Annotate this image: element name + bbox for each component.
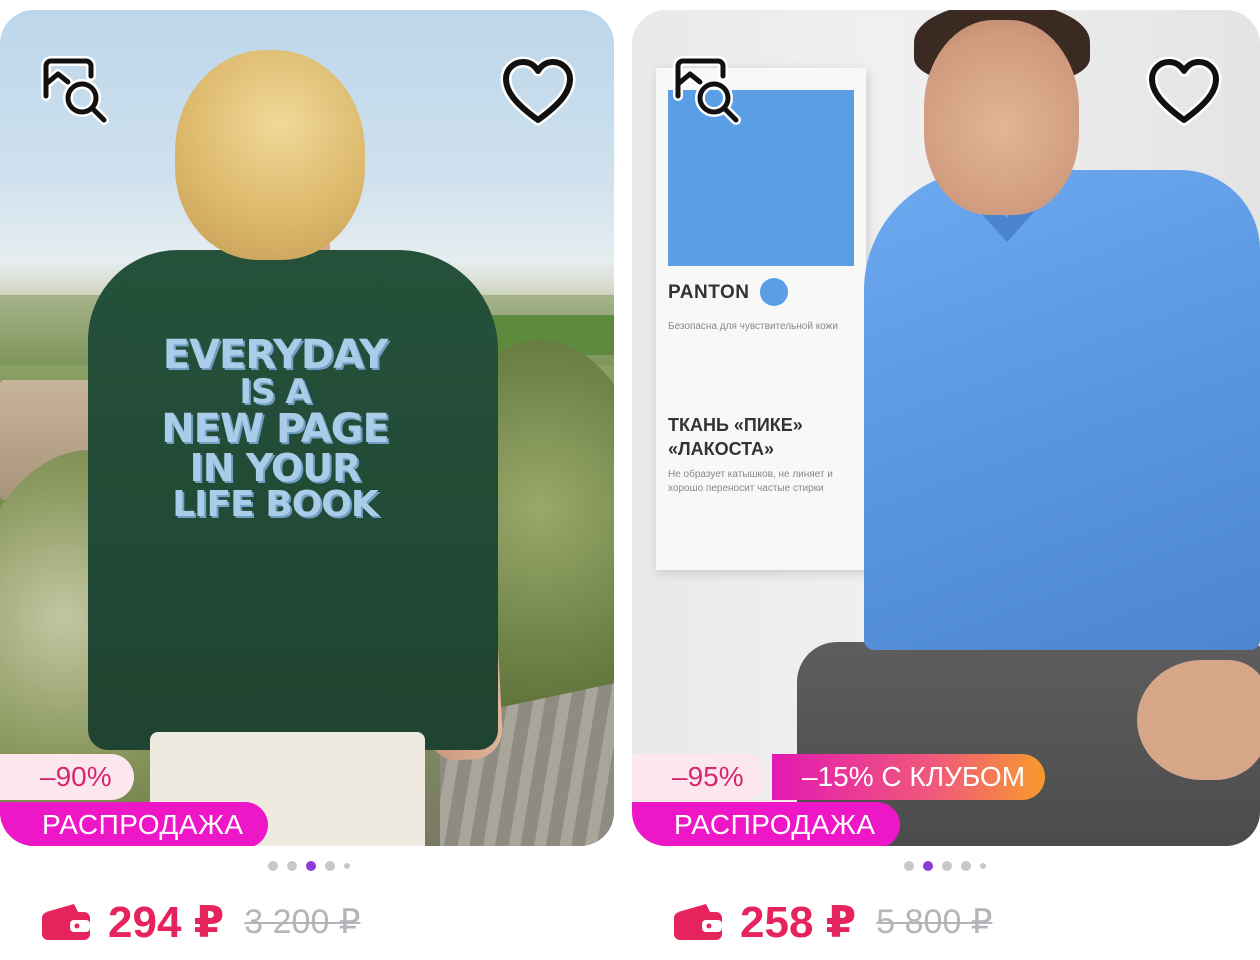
product-card-1[interactable]: EVERYDAY IS A NEW PAGE IN YOUR LIFE BOOK <box>0 10 614 960</box>
gallery-dot[interactable] <box>268 861 278 871</box>
old-price: 5 800 ₽ <box>876 903 993 941</box>
print-line: IS A <box>239 372 311 412</box>
print-line: LIFE BOOK <box>172 484 379 525</box>
gallery-dot-active[interactable] <box>306 861 316 871</box>
model-head <box>924 20 1079 215</box>
gallery-dot[interactable] <box>344 863 350 869</box>
fabric-note: Не образует катышков, не линяет и хорошо… <box>668 469 833 494</box>
image-search-icon <box>673 56 741 125</box>
swatch-note: Безопасна для чувствительной кожи <box>668 321 838 332</box>
gallery-dot[interactable] <box>287 861 297 871</box>
image-search-icon <box>41 56 109 125</box>
wallet-icon <box>674 904 722 940</box>
discount-badge: –95% <box>632 754 766 800</box>
current-price: 294 ₽ <box>108 897 225 947</box>
swatch-dot <box>760 278 788 306</box>
gallery-dots <box>904 860 986 872</box>
wallet-icon <box>42 904 90 940</box>
model-head <box>175 50 365 260</box>
gallery-dot[interactable] <box>942 861 952 871</box>
print-line: NEW PAGE <box>161 406 390 452</box>
current-price: 258 ₽ <box>740 897 857 947</box>
gallery-dot-active[interactable] <box>923 861 933 871</box>
club-discount-badge: –15% С КЛУБОМ <box>772 754 1046 800</box>
model-hand <box>1137 660 1260 780</box>
sale-badge: РАСПРОДАЖА <box>0 802 268 846</box>
blue-polo-shirt <box>864 170 1260 650</box>
sale-badge: РАСПРОДАЖА <box>632 802 900 846</box>
gallery-dot[interactable] <box>961 861 971 871</box>
tshirt-print: EVERYDAY IS A NEW PAGE IN YOUR LIFE BOOK <box>140 335 410 523</box>
product-card-2[interactable]: PANTON Безопасна для чувствительной кожи… <box>632 10 1260 960</box>
swatch-label: PANTON <box>668 282 750 303</box>
heart-outline-icon <box>500 56 576 126</box>
old-price: 3 200 ₽ <box>244 903 361 941</box>
price-row: 258 ₽ 5 800 ₽ <box>672 892 992 952</box>
product-image-2[interactable]: PANTON Безопасна для чувствительной кожи… <box>632 10 1260 846</box>
heart-outline-icon <box>1146 56 1222 126</box>
favorite-button[interactable] <box>1144 52 1224 132</box>
gallery-dot[interactable] <box>980 863 986 869</box>
favorite-button[interactable] <box>498 52 578 132</box>
print-line: IN YOUR <box>189 446 362 490</box>
product-image-1[interactable]: EVERYDAY IS A NEW PAGE IN YOUR LIFE BOOK <box>0 10 614 846</box>
image-search-button[interactable] <box>668 52 748 132</box>
discount-badge: –90% <box>0 754 134 800</box>
gallery-dots <box>268 860 350 872</box>
price-row: 294 ₽ 3 200 ₽ <box>40 892 360 952</box>
image-search-button[interactable] <box>36 52 116 132</box>
gallery-dot[interactable] <box>325 861 335 871</box>
fabric-title: ТКАНЬ «ПИКЕ» «ЛАКОСТА» <box>668 415 803 459</box>
print-line: EVERYDAY <box>162 332 388 378</box>
gallery-dot[interactable] <box>904 861 914 871</box>
fabric-info-card: PANTON Безопасна для чувствительной кожи… <box>656 68 866 570</box>
